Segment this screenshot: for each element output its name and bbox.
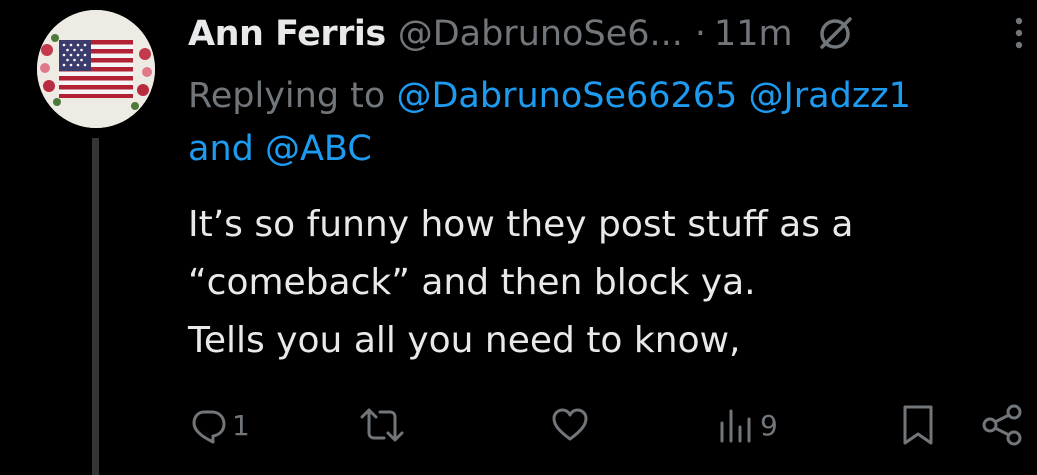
reply-count: 1 — [232, 408, 250, 442]
reply-button[interactable]: 1 — [188, 400, 250, 450]
views-button[interactable]: 9 — [716, 400, 778, 450]
american-flag-avatar-icon — [37, 10, 155, 128]
bookmark-icon — [903, 405, 933, 445]
display-name[interactable]: Ann Ferris — [188, 14, 386, 54]
reply-context: Replying to @DabrunoSe66265 @Jradzz1 and… — [188, 70, 1028, 176]
like-icon — [552, 408, 588, 441]
share-icon — [982, 404, 1022, 446]
avatar[interactable] — [37, 10, 155, 128]
reply-conjunction: and — [188, 129, 265, 169]
thread-line — [92, 138, 99, 475]
separator-dot: · — [694, 14, 707, 54]
tweet-text-line: It’s so funny how they post stuff as a — [188, 204, 854, 245]
more-options-icon[interactable] — [1004, 13, 1034, 53]
tweet-text-line: “comeback” and then block ya. — [188, 262, 756, 303]
views-count: 9 — [760, 408, 778, 442]
muted-icon — [815, 14, 855, 54]
timestamp[interactable]: 11m — [714, 14, 793, 54]
retweet-icon — [360, 408, 404, 442]
tweet-text-line: Tells you all you need to know, — [188, 320, 741, 361]
retweet-button[interactable] — [358, 400, 410, 450]
replying-to-label: Replying to — [188, 76, 397, 116]
tweet-text: It’s so funny how they post stuff as a “… — [188, 196, 1008, 370]
mention-link[interactable]: @ABC — [265, 129, 372, 169]
user-handle[interactable]: @DabrunoSe6... — [398, 14, 683, 54]
views-icon — [720, 409, 751, 443]
like-button[interactable] — [550, 400, 594, 450]
reply-icon — [192, 410, 226, 444]
share-button[interactable] — [980, 400, 1024, 450]
bookmark-button[interactable] — [898, 400, 938, 450]
mention-link[interactable]: @DabrunoSe66265 — [396, 76, 737, 116]
mention-link[interactable]: @Jradzz1 — [748, 76, 910, 116]
tweet-header: Ann Ferris @DabrunoSe6... · 11m — [188, 4, 1028, 64]
